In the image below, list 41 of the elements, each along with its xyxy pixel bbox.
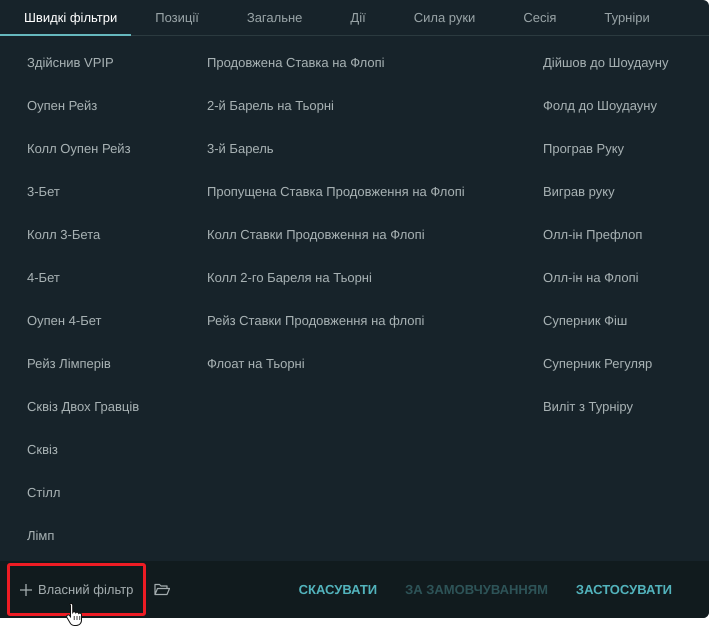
filter-option[interactable]: Продовжена Ставка на Флопі xyxy=(207,55,385,70)
filter-option[interactable]: Програв Руку xyxy=(543,141,624,156)
filter-option[interactable]: Рейз Ставки Продовження на флопі xyxy=(207,313,424,328)
filter-option[interactable]: Пропущена Ставка Продовження на Флопі xyxy=(207,184,465,199)
tab[interactable]: Дії xyxy=(326,0,390,36)
tab[interactable]: Загальне xyxy=(222,0,326,36)
filter-option[interactable]: Олл-ін на Флопі xyxy=(543,270,639,285)
filter-option[interactable]: Виграв руку xyxy=(543,184,615,199)
tab[interactable]: Сила руки xyxy=(390,0,500,36)
filter-option[interactable]: Фолд до Шоудауну xyxy=(543,98,657,113)
filter-option[interactable]: Суперник Регуляр xyxy=(543,356,652,371)
filter-option[interactable]: 3-й Барель xyxy=(207,141,274,156)
filter-option[interactable]: Суперник Фіш xyxy=(543,313,628,328)
filter-option[interactable]: Олл-ін Префлоп xyxy=(543,227,642,242)
filter-option[interactable]: 4-Бет xyxy=(27,270,60,285)
filter-option[interactable]: Дійшов до Шоудауну xyxy=(543,55,668,70)
filter-option[interactable]: Оупен 4-Бет xyxy=(27,313,102,328)
filter-option[interactable]: Стілл xyxy=(27,485,60,500)
filter-option[interactable]: Сквіз xyxy=(27,442,58,457)
plus-icon xyxy=(20,584,32,596)
filter-option[interactable]: Колл Ставки Продовження на Флопі xyxy=(207,227,425,242)
filter-option[interactable]: Рейз Лімперів xyxy=(27,356,111,371)
filter-option[interactable]: Колл 2-го Бареля на Тьорні xyxy=(207,270,372,285)
filter-option[interactable]: Виліт з Турніру xyxy=(543,399,633,414)
filter-option[interactable]: Флоат на Тьорні xyxy=(207,356,305,371)
filter-option[interactable]: Оупен Рейз xyxy=(27,98,98,113)
folder-button[interactable] xyxy=(154,583,170,596)
tab[interactable]: Турніри xyxy=(580,0,674,36)
filter-option[interactable]: Лімп xyxy=(27,528,54,543)
filter-option[interactable]: Сквіз Двох Гравців xyxy=(27,399,140,414)
folder-icon xyxy=(154,583,170,596)
tab[interactable]: Швидкі фільтри xyxy=(0,0,132,36)
filter-option[interactable]: Колл Оупен Рейз xyxy=(27,141,131,156)
tab[interactable]: Позиції xyxy=(131,0,223,36)
action-button[interactable]: ЗАСТОСУВАТИ xyxy=(562,574,686,605)
filter-option[interactable]: Здійснив VPIP xyxy=(27,55,114,70)
action-button[interactable]: СКАСУВАТИ xyxy=(284,574,392,605)
filter-option[interactable]: Колл 3-Бета xyxy=(27,227,100,242)
filter-option[interactable]: 2-й Барель на Тьорні xyxy=(207,98,334,113)
filter-option[interactable]: 3-Бет xyxy=(27,184,60,199)
tab[interactable]: Сесія xyxy=(499,0,580,36)
